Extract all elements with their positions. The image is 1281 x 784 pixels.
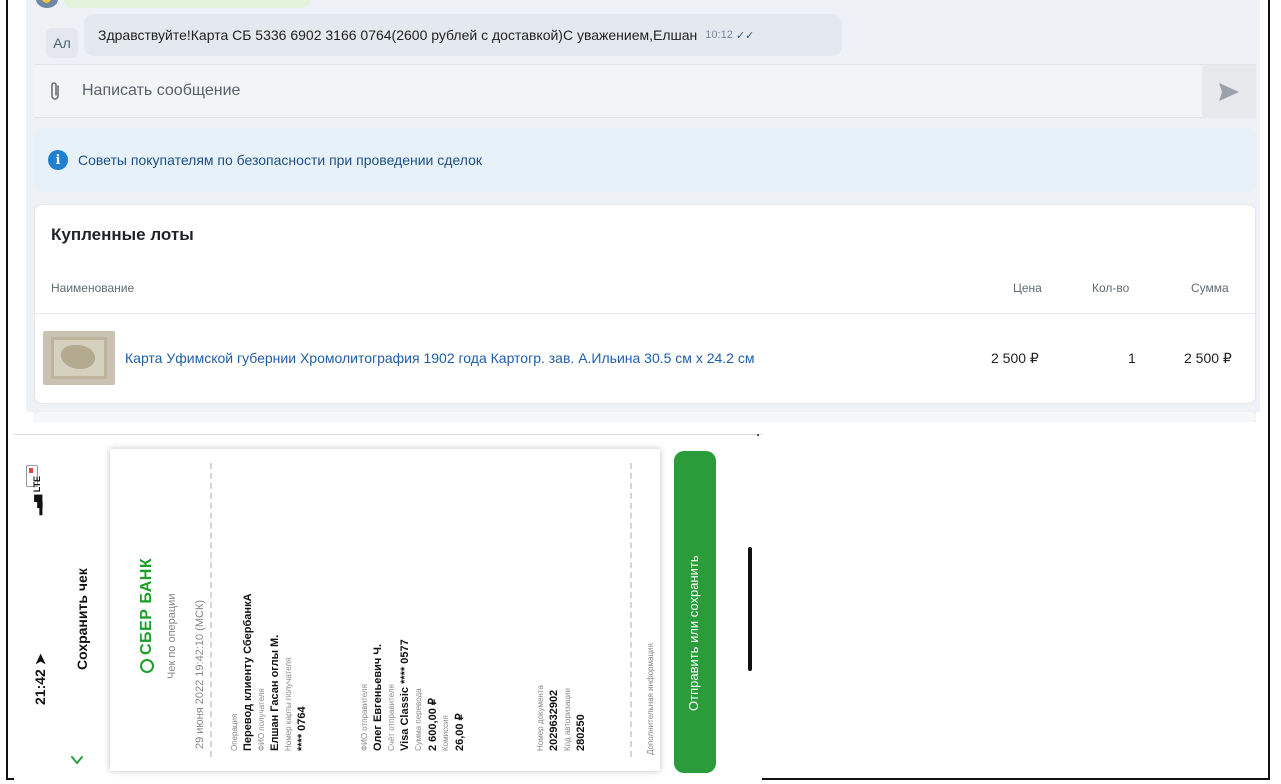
chevron-down-icon[interactable]: [70, 753, 84, 767]
receipt-divider: [210, 463, 212, 757]
purchased-lots-panel: Купленные лоты Наименование Цена Кол-во …: [34, 204, 1256, 404]
receipt-screenshot: ▂▄▆ LTE 21:42 ➤ Сохранить чек СБЕР БАНК …: [14, 434, 762, 781]
auth-value: 280250: [575, 714, 587, 751]
status-time: 21:42 ➤: [32, 653, 48, 705]
column-header-qty: Кол-во: [1092, 281, 1130, 295]
message-composer: Написать сообщение: [34, 64, 1256, 118]
column-header-name: Наименование: [51, 281, 135, 295]
message-text: Здравствуйте!Карта СБ 5336 6902 3166 076…: [98, 27, 698, 43]
sber-logo-icon: [140, 659, 154, 673]
send-icon: [1219, 82, 1239, 101]
sender-label: ФИО отправителя: [360, 684, 369, 751]
receipt-divider: [630, 463, 632, 757]
amount-label: Сумма перевода: [414, 688, 423, 751]
message-input[interactable]: Написать сообщение: [82, 82, 240, 100]
recipient-label: ФИО получателя: [257, 688, 266, 751]
send-or-save-label: Отправить или сохранить: [686, 555, 701, 711]
safety-tips-banner[interactable]: i Советы покупателям по безопасности при…: [34, 128, 1256, 192]
info-icon: i: [48, 150, 68, 170]
safety-tips-link[interactable]: Советы покупателям по безопасности при п…: [78, 152, 482, 168]
screen-title: Сохранить чек: [74, 568, 90, 670]
lot-qty: 1: [1128, 350, 1136, 366]
amount-value: 2 600,00 ₽: [427, 698, 439, 751]
fee-label: Комиссия: [441, 715, 450, 751]
header-divider: [35, 313, 1255, 314]
lot-title-link[interactable]: Карта Уфимской губернии Хромолитография …: [125, 350, 754, 366]
column-header-sum: Сумма: [1191, 281, 1229, 295]
operation-value: Перевод клиенту СбербанкА: [242, 593, 254, 751]
message-time: 10:12: [705, 29, 733, 41]
doc-datetime: 29 июня 2022 19:42:10 (МСК): [194, 599, 206, 749]
extra-info-label: Дополнительная информация: [646, 643, 655, 755]
operation-label: Операция: [230, 713, 239, 751]
fee-value: 26,00 ₽: [454, 713, 466, 751]
docnum-label: Номер документа: [536, 685, 545, 751]
recipient-value: Елшан Гасан оглы М.: [269, 634, 281, 751]
home-indicator: [748, 547, 752, 671]
card-value: **** 0764: [296, 706, 308, 751]
avatar[interactable]: Ал: [46, 28, 78, 58]
account-label: Счёт отправителя: [387, 684, 396, 751]
send-button[interactable]: [1202, 65, 1256, 118]
lot-sum: 2 500 ₽: [1184, 350, 1232, 366]
signal-lte-icon: ▂▄▆ LTE: [32, 475, 42, 515]
read-ticks-icon: ✓✓: [735, 29, 755, 42]
column-header-price: Цена: [1013, 281, 1042, 295]
doc-title: Чек по операции: [166, 593, 178, 679]
sender-value: Олег Евгеньевич Ч.: [372, 643, 384, 751]
lot-price: 2 500 ₽: [991, 350, 1039, 366]
docnum-value: 2029632902: [548, 689, 560, 751]
account-value: Visa Classic **** 0577: [399, 639, 411, 751]
previous-message-bubble: [64, 0, 310, 8]
next-panel-edge: [34, 412, 1256, 422]
sber-logo: СБЕР БАНК: [138, 558, 156, 673]
card-label: Номер карты получателя: [284, 657, 293, 751]
auth-label: Код авторизации: [563, 688, 572, 751]
paperclip-icon[interactable]: [48, 81, 62, 103]
receipt-paper: СБЕР БАНК Чек по операции 29 июня 2022 1…: [110, 449, 660, 771]
lot-thumbnail[interactable]: [43, 331, 115, 385]
message-bubble: Здравствуйте!Карта СБ 5336 6902 3166 076…: [84, 14, 842, 56]
screenshot-corner: [757, 434, 759, 436]
send-or-save-button[interactable]: Отправить или сохранить: [674, 451, 716, 773]
panel-title: Купленные лоты: [51, 225, 194, 244]
